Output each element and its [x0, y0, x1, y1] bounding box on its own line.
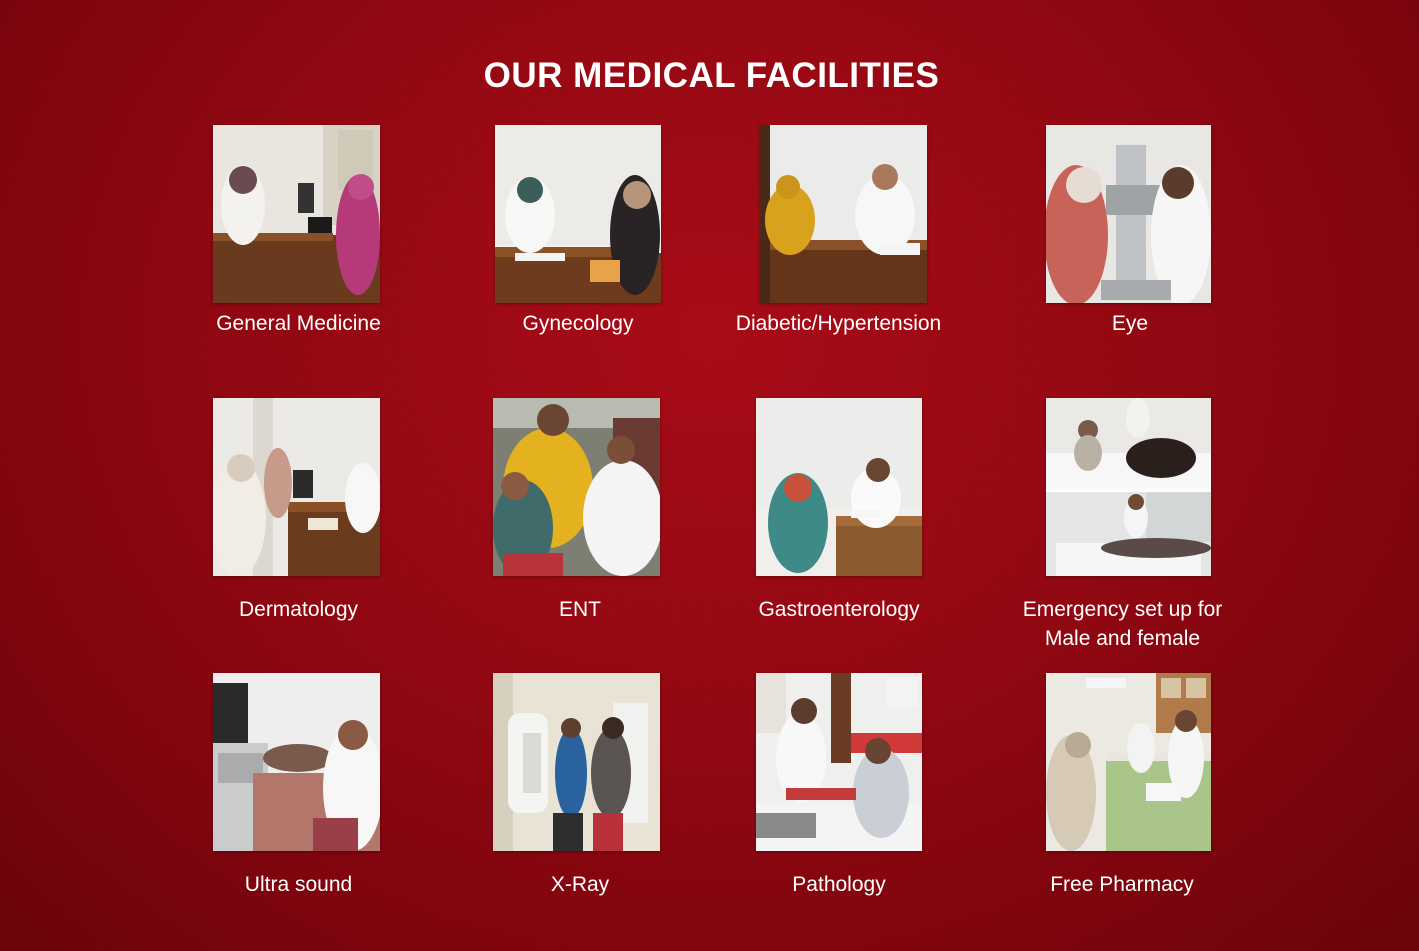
diabetic-hypertension-photo	[760, 125, 927, 303]
facility-label: Gynecology	[522, 312, 634, 335]
gynecology-photo	[495, 125, 661, 303]
page-title: OUR MEDICAL FACILITIES	[483, 56, 940, 95]
xray-photo	[493, 673, 660, 851]
dermatology-photo	[213, 398, 380, 576]
general-medicine-photo	[213, 125, 380, 303]
facility-label: Eye	[1111, 312, 1149, 335]
facility-label: Pathology	[792, 873, 886, 896]
facility-label: General Medicine	[216, 312, 381, 335]
ent-photo	[493, 398, 660, 576]
pathology-photo	[756, 673, 922, 851]
gastroenterology-photo	[756, 398, 922, 576]
facility-label: Ultra sound	[244, 873, 353, 896]
ultrasound-photo	[213, 673, 380, 851]
eye-photo	[1046, 125, 1211, 303]
facilities-page: OUR MEDICAL FACILITIES General Medicine	[0, 0, 1419, 951]
facility-label-line1: Emergency set up for	[1022, 598, 1223, 621]
facility-label: Gastroenterology	[758, 598, 920, 621]
facility-label: ENT	[559, 598, 601, 621]
emergency-photo	[1046, 398, 1211, 576]
facility-label: Diabetic/Hypertension	[735, 312, 942, 335]
facility-label: X-Ray	[550, 873, 610, 896]
facility-label-line2: Male and female	[1044, 627, 1201, 650]
facility-label: Dermatology	[238, 598, 359, 621]
facility-label: Free Pharmacy	[1050, 873, 1194, 896]
pharmacy-photo	[1046, 673, 1211, 851]
